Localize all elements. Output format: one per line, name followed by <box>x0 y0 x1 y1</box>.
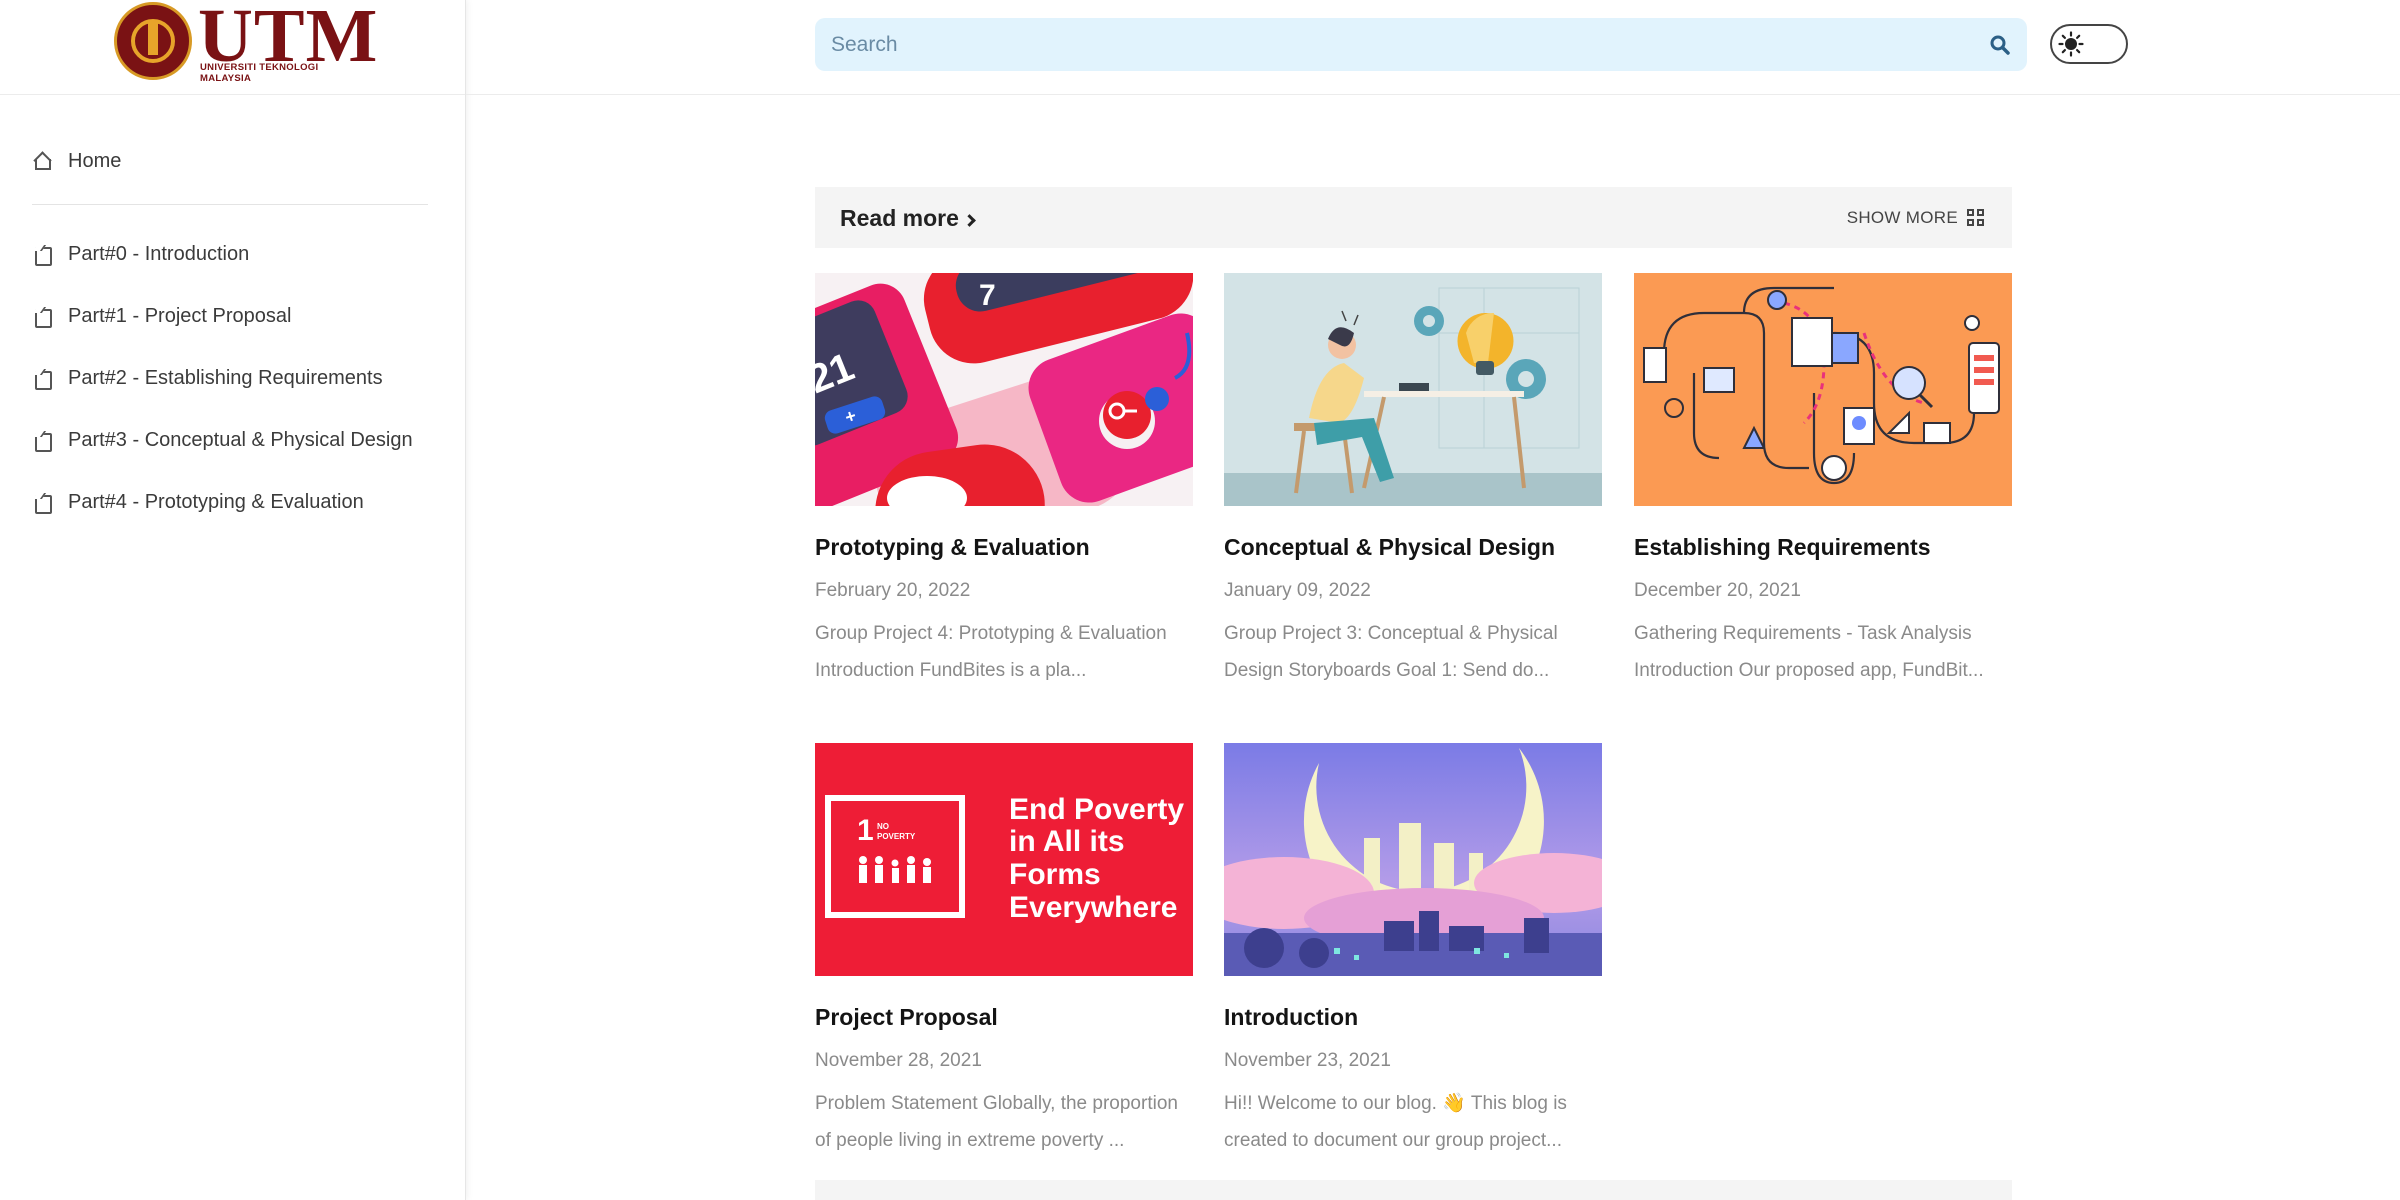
post-excerpt: Hi!! Welcome to our blog. 👋 This blog is… <box>1224 1093 1567 1152</box>
page-icon <box>32 430 52 452</box>
svg-text:7: 7 <box>979 279 996 312</box>
svg-text:NO: NO <box>877 822 889 831</box>
page-icon <box>32 306 52 328</box>
page-icon <box>32 244 52 266</box>
svg-text:Forms: Forms <box>1009 858 1101 891</box>
search-input[interactable] <box>815 18 1965 71</box>
sidebar-item-prototyping-evaluation[interactable]: Part#4 - Prototyping & Evaluation <box>30 471 436 533</box>
end-poverty-banner: 1 NO POVERTY End Poverty in All its Form… <box>815 743 1193 976</box>
sidebar-item-label: Home <box>68 149 122 172</box>
sidebar-item-conceptual-physical-design[interactable]: Part#3 - Conceptual & Physical Design <box>30 409 436 471</box>
chevron-right-icon <box>963 214 976 227</box>
logo-area: UTM UNIVERSITI TEKNOLOGI MALAYSIA <box>0 0 465 95</box>
sidebar-item-label: Part#2 - Establishing Requirements <box>68 366 383 389</box>
page-icon <box>32 368 52 390</box>
sidebar-item-label: Part#0 - Introduction <box>68 242 250 265</box>
post-date: January 09, 2022 <box>1224 580 1371 602</box>
sidebar-divider <box>32 204 428 205</box>
post-thumbnail[interactable]: 1 NO POVERTY End Poverty in All its Form… <box>815 743 1193 976</box>
post-thumbnail[interactable] <box>1224 743 1602 976</box>
page-icon <box>32 492 52 514</box>
svg-text:Everywhere: Everywhere <box>1009 891 1177 924</box>
post-thumbnail[interactable] <box>1224 273 1602 506</box>
post-thumbnail[interactable]: + 21 7 <box>815 273 1193 506</box>
post-excerpt: Group Project 4: Prototyping & Evaluatio… <box>815 623 1167 682</box>
utm-seal-icon <box>114 2 192 80</box>
calculator-illustration: + 21 7 <box>815 273 1193 506</box>
post-card-project-proposal: 1 NO POVERTY End Poverty in All its Form… <box>815 743 1193 1159</box>
logo-subtext: UNIVERSITI TEKNOLOGI MALAYSIA <box>200 62 319 84</box>
post-date: December 20, 2021 <box>1634 580 1801 602</box>
post-card-conceptual-design: Conceptual & Physical Design January 09,… <box>1224 273 1602 689</box>
top-header <box>466 0 2400 95</box>
sidebar-item-label: Part#4 - Prototyping & Evaluation <box>68 490 364 513</box>
svg-text:1: 1 <box>857 814 874 847</box>
search-icon[interactable] <box>1989 34 2011 56</box>
section-title: Read more <box>840 205 959 231</box>
post-date: February 20, 2022 <box>815 580 971 602</box>
post-card-establishing-requirements: Establishing Requirements December 20, 2… <box>1634 273 2012 689</box>
utm-logo[interactable]: UTM UNIVERSITI TEKNOLOGI MALAYSIA <box>114 0 377 84</box>
section-footer-strip <box>815 1180 2012 1200</box>
sidebar-item-project-proposal[interactable]: Part#1 - Project Proposal <box>30 285 436 347</box>
read-more-link[interactable]: Read more <box>840 205 976 232</box>
post-title[interactable]: Prototyping & Evaluation <box>815 534 1193 560</box>
grid-icon <box>1967 209 1985 227</box>
post-title[interactable]: Conceptual & Physical Design <box>1224 534 1602 560</box>
sidebar-nav: Home Part#0 - Introduction Part#1 - Proj… <box>30 130 436 533</box>
sidebar-item-home[interactable]: Home <box>30 130 436 192</box>
moon-city-illustration <box>1224 743 1602 976</box>
designer-at-desk-illustration <box>1224 273 1602 506</box>
sidebar-item-introduction[interactable]: Part#0 - Introduction <box>30 223 436 285</box>
post-date: November 23, 2021 <box>1224 1050 1391 1072</box>
theme-toggle[interactable] <box>2050 24 2128 64</box>
svg-text:End Poverty: End Poverty <box>1009 793 1184 826</box>
svg-text:POVERTY: POVERTY <box>877 832 916 841</box>
post-title[interactable]: Introduction <box>1224 1004 1602 1030</box>
show-more-button[interactable]: SHOW MORE <box>1847 208 1985 228</box>
post-card-introduction: Introduction November 23, 2021 Hi!! Welc… <box>1224 743 1602 1159</box>
sidebar-item-establishing-requirements[interactable]: Part#2 - Establishing Requirements <box>30 347 436 409</box>
post-card-prototyping: + 21 7 Prototyping & Evaluation February… <box>815 273 1193 689</box>
post-excerpt: Gathering Requirements - Task Analysis In… <box>1634 623 1984 682</box>
show-more-label: SHOW MORE <box>1846 208 1958 227</box>
sidebar: UTM UNIVERSITI TEKNOLOGI MALAYSIA Home P… <box>0 0 466 1200</box>
sidebar-item-label: Part#3 - Conceptual & Physical Design <box>68 428 413 451</box>
post-title[interactable]: Establishing Requirements <box>1634 534 2012 560</box>
svg-text:in All its: in All its <box>1009 825 1125 858</box>
post-excerpt: Problem Statement Globally, the proporti… <box>815 1093 1178 1152</box>
section-header: Read more SHOW MORE <box>815 187 2012 248</box>
sun-icon <box>2058 31 2084 57</box>
post-date: November 28, 2021 <box>815 1050 982 1072</box>
post-excerpt: Group Project 3: Conceptual & Physical De… <box>1224 623 1558 682</box>
search-bar <box>815 18 2027 71</box>
sidebar-item-label: Part#1 - Project Proposal <box>68 304 292 327</box>
home-icon <box>32 151 52 171</box>
post-title[interactable]: Project Proposal <box>815 1004 1193 1030</box>
post-thumbnail[interactable] <box>1634 273 2012 506</box>
process-icons-illustration <box>1634 273 2012 506</box>
